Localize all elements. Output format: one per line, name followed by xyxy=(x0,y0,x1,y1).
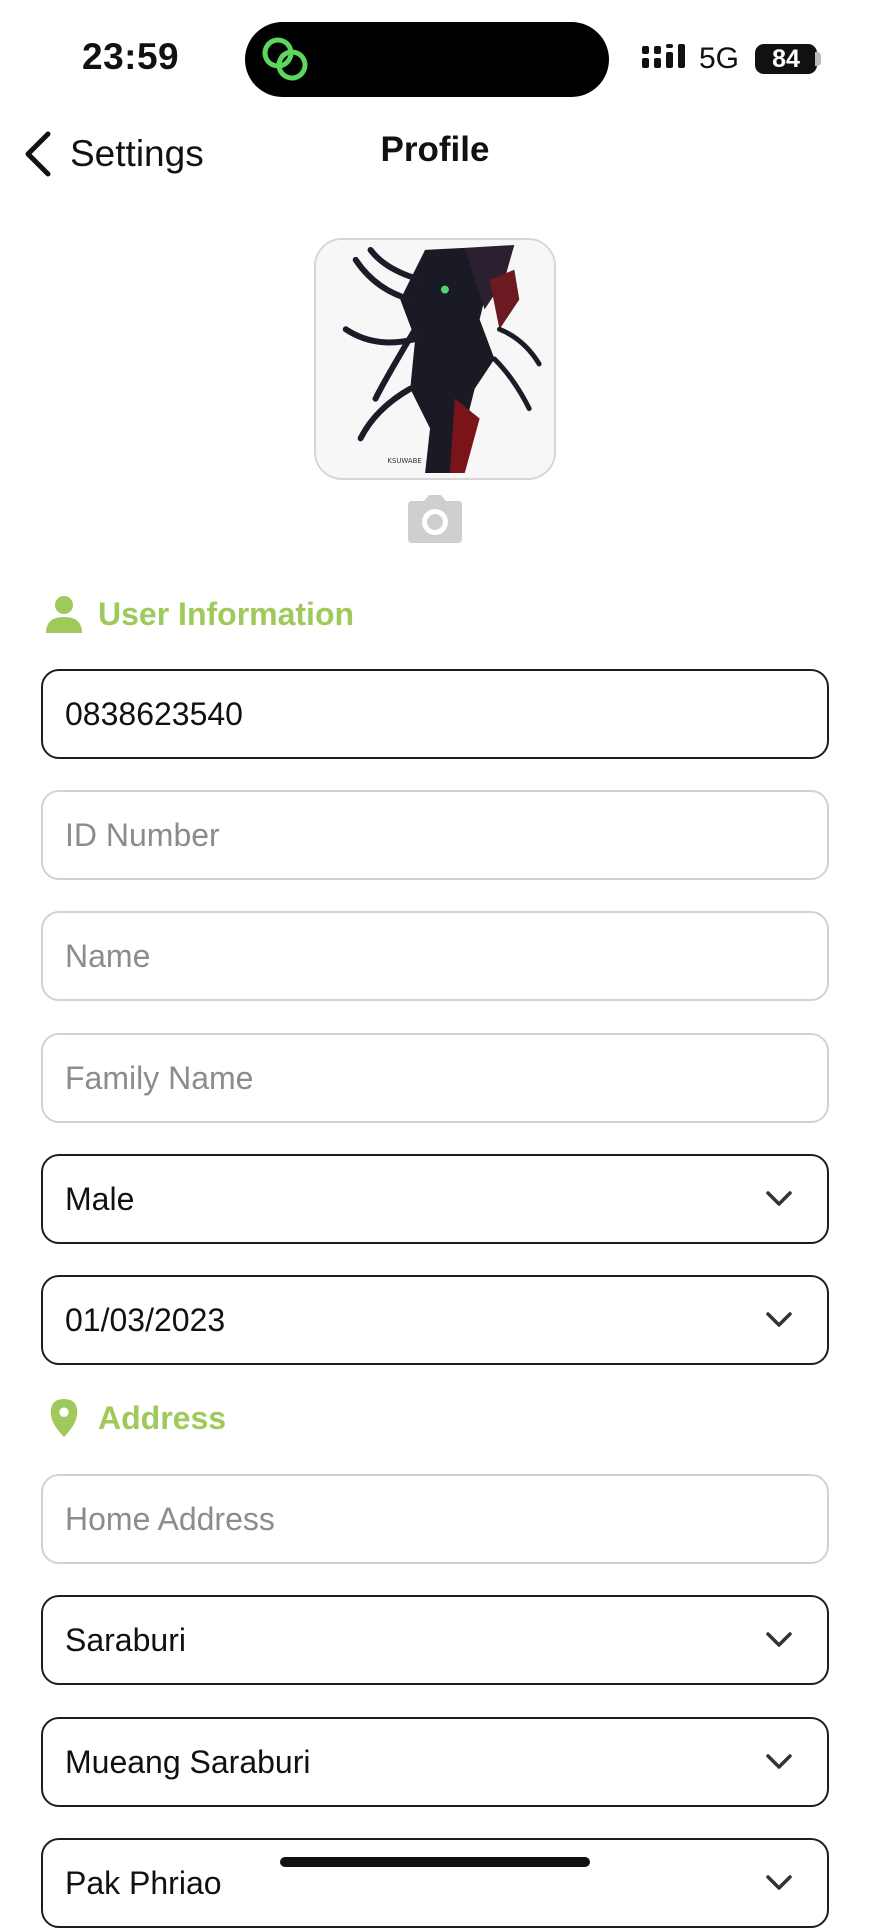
svg-text:KSUWABE: KSUWABE xyxy=(387,457,421,465)
cellular-signal-icon xyxy=(642,44,685,68)
person-icon xyxy=(46,596,82,633)
home-indicator[interactable] xyxy=(280,1857,590,1867)
province-value: Saraburi xyxy=(65,1621,186,1658)
home-address-field[interactable]: Home Address xyxy=(41,1474,829,1564)
district-select[interactable]: Mueang Saraburi xyxy=(41,1717,829,1807)
location-pin-icon xyxy=(50,1399,78,1437)
status-time: 23:59 xyxy=(82,36,180,77)
family-name-field[interactable]: Family Name xyxy=(41,1033,829,1123)
gender-select[interactable]: Male xyxy=(41,1154,829,1244)
avatar[interactable]: KSUWABE xyxy=(314,238,556,480)
gender-select-value: Male xyxy=(65,1180,135,1217)
name-placeholder: Name xyxy=(65,937,151,974)
battery-level: 84 xyxy=(755,44,817,74)
user-information-title: User Information xyxy=(98,595,355,632)
profile-photo-image: KSUWABE xyxy=(316,240,554,478)
chevron-down-icon xyxy=(766,1754,792,1769)
link-chat-icon xyxy=(262,37,308,81)
status-bar: 23:59 5G 84 xyxy=(0,0,870,120)
family-name-placeholder: Family Name xyxy=(65,1059,254,1096)
camera-icon[interactable] xyxy=(408,495,462,543)
birth-date-value: 01/03/2023 xyxy=(65,1301,226,1338)
name-field[interactable]: Name xyxy=(41,911,829,1001)
battery-cap xyxy=(815,52,821,66)
subdistrict-value: Pak Phriao xyxy=(65,1864,222,1901)
address-header: Address xyxy=(46,1399,226,1437)
chevron-down-icon xyxy=(766,1312,792,1327)
id-number-field[interactable]: ID Number xyxy=(41,790,829,880)
province-select[interactable]: Saraburi xyxy=(41,1595,829,1685)
district-value: Mueang Saraburi xyxy=(65,1743,311,1780)
user-information-header: User Information xyxy=(46,595,354,633)
birth-date-select[interactable]: 01/03/2023 xyxy=(41,1275,829,1365)
id-number-placeholder: ID Number xyxy=(65,816,220,853)
phone-field[interactable]: 0838623540 xyxy=(41,669,829,759)
page-title: Profile xyxy=(380,130,490,169)
chevron-down-icon xyxy=(766,1875,792,1890)
home-address-placeholder: Home Address xyxy=(65,1500,275,1537)
network-type: 5G xyxy=(699,42,740,75)
phone-field-value: 0838623540 xyxy=(65,695,243,732)
address-title: Address xyxy=(98,1399,227,1436)
chevron-down-icon xyxy=(766,1191,792,1206)
dynamic-island xyxy=(245,22,609,97)
chevron-down-icon xyxy=(766,1632,792,1647)
subdistrict-select[interactable]: Pak Phriao xyxy=(41,1838,829,1928)
